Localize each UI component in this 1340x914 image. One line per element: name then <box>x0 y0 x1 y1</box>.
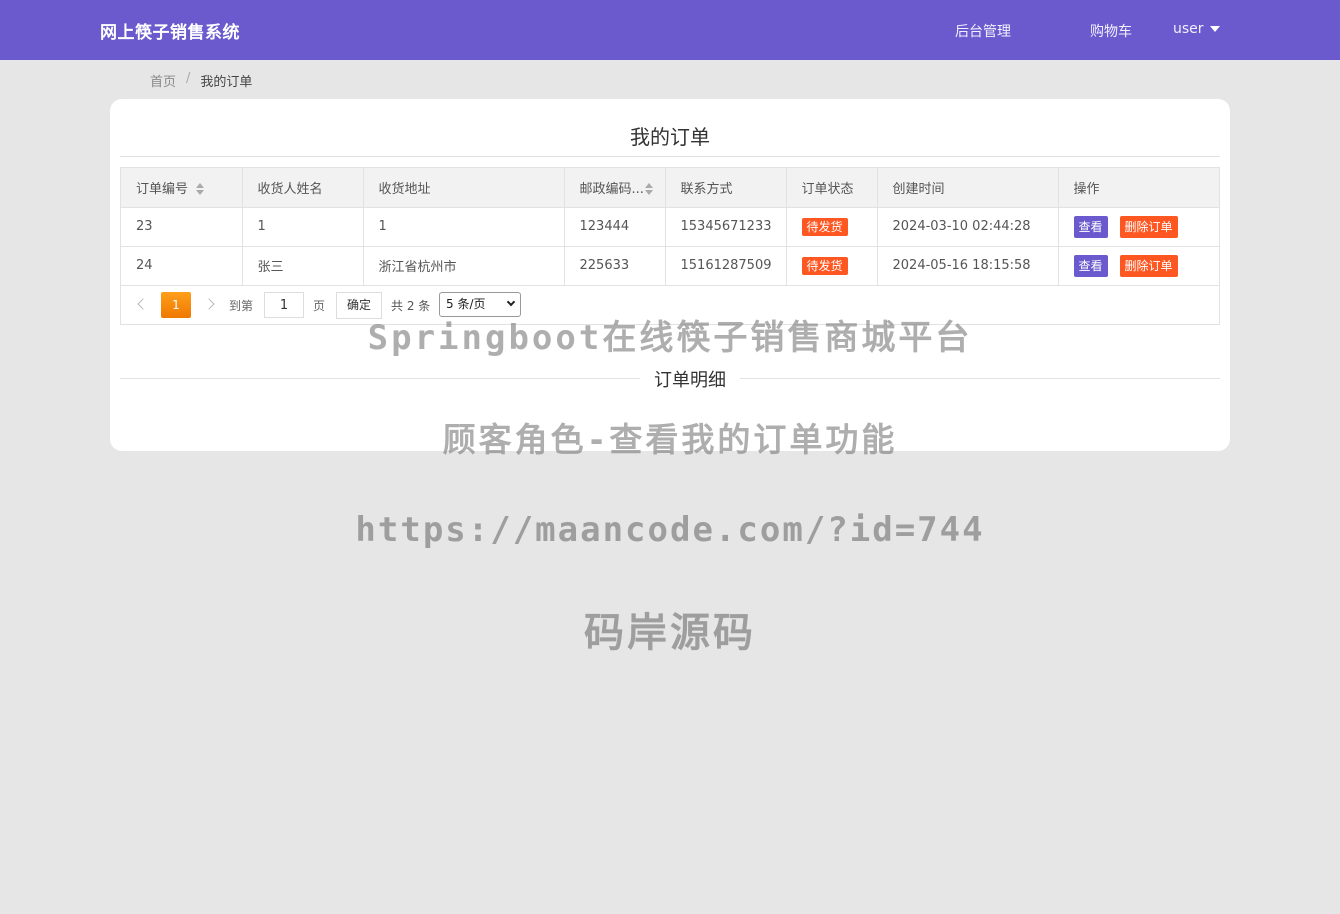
cell-created: 2024-05-16 18:15:58 <box>877 246 1059 286</box>
chevron-left-icon[interactable] <box>136 297 146 311</box>
goto-label: 到第 <box>229 299 254 313</box>
column-header-order-id[interactable]: 订单编号 <box>121 168 243 208</box>
view-order-button[interactable]: 查看 <box>1073 254 1108 277</box>
chevron-right-icon[interactable] <box>205 297 215 311</box>
table-row: 24 张三 浙江省杭州市 225633 15161287509 待发货 2024… <box>121 246 1219 286</box>
brand-title[interactable]: 网上筷子销售系统 <box>100 18 240 43</box>
chevron-down-icon <box>506 297 516 307</box>
total-count: 共 2 条 <box>391 299 431 313</box>
cell-actions: 查看 删除订单 <box>1058 246 1219 286</box>
cell-phone: 15161287509 <box>665 246 787 286</box>
goto-confirm-button[interactable]: 确定 <box>336 292 382 319</box>
breadcrumb: 首页 / 我的订单 <box>150 71 252 90</box>
column-header-zip[interactable]: 邮政编码... <box>564 168 666 208</box>
cell-zip: 225633 <box>564 246 666 286</box>
status-badge: 待发货 <box>801 217 848 236</box>
view-order-button[interactable]: 查看 <box>1073 215 1108 238</box>
orders-table: 订单编号 收货人姓名 收货地址 邮政编码... 联系方式 订单状态 创建时间 操… <box>120 167 1220 325</box>
sort-icon[interactable] <box>644 183 653 196</box>
orders-card: 我的订单 订单编号 收货人姓名 收货地址 邮政编码... 联系方式 订单状态 创… <box>110 99 1230 451</box>
breadcrumb-home[interactable]: 首页 <box>150 71 176 90</box>
detail-section-title: 订单明细 <box>640 366 740 392</box>
top-nav-bar: 网上筷子销售系统 后台管理 购物车 user <box>0 0 1340 60</box>
cell-phone: 15345671233 <box>665 207 787 247</box>
cell-status: 待发货 <box>786 246 878 286</box>
pagination: 1 到第 页 确定 共 2 条 5 条/页 <box>121 286 1219 324</box>
nav-admin-link[interactable]: 后台管理 <box>955 21 1011 41</box>
goto-page-input[interactable] <box>264 292 304 318</box>
user-name: user <box>1173 21 1204 37</box>
cell-address: 1 <box>363 207 565 247</box>
sort-icon[interactable] <box>196 183 205 196</box>
page-button-current[interactable]: 1 <box>161 292 191 318</box>
column-header-actions: 操作 <box>1058 168 1219 208</box>
cell-address: 浙江省杭州市 <box>363 246 565 286</box>
column-header-receiver: 收货人姓名 <box>242 168 364 208</box>
cell-status: 待发货 <box>786 207 878 247</box>
page-title: 我的订单 <box>630 125 710 149</box>
watermark-source: 码岸源码 <box>584 610 756 656</box>
cell-actions: 查看 删除订单 <box>1058 207 1219 247</box>
column-header-created: 创建时间 <box>877 168 1059 208</box>
cell-zip: 123444 <box>564 207 666 247</box>
page-unit-label: 页 <box>313 299 326 313</box>
cell-receiver: 张三 <box>242 246 364 286</box>
nav-cart-link[interactable]: 购物车 <box>1090 21 1132 41</box>
cell-order-id: 23 <box>121 207 243 247</box>
table-row: 23 1 1 123444 15345671233 待发货 2024-03-10… <box>121 207 1219 247</box>
table-header-row: 订单编号 收货人姓名 收货地址 邮政编码... 联系方式 订单状态 创建时间 操… <box>121 168 1219 208</box>
caret-down-icon <box>1209 26 1220 32</box>
column-header-phone: 联系方式 <box>665 168 787 208</box>
cell-receiver: 1 <box>242 207 364 247</box>
column-header-status: 订单状态 <box>786 168 878 208</box>
breadcrumb-current: 我的订单 <box>200 75 253 90</box>
cell-created: 2024-03-10 02:44:28 <box>877 207 1059 247</box>
page-size-select[interactable]: 5 条/页 <box>439 292 521 317</box>
column-header-address: 收货地址 <box>363 168 565 208</box>
title-divider <box>120 156 1220 157</box>
delete-order-button[interactable]: 删除订单 <box>1119 215 1178 238</box>
page-size-value: 5 条/页 <box>446 297 486 311</box>
delete-order-button[interactable]: 删除订单 <box>1119 254 1178 277</box>
breadcrumb-separator: / <box>186 71 191 86</box>
cell-order-id: 24 <box>121 246 243 286</box>
user-menu[interactable]: user <box>1173 21 1220 37</box>
status-badge: 待发货 <box>801 256 848 275</box>
watermark-url: https://maancode.com/?id=744 <box>355 510 985 550</box>
